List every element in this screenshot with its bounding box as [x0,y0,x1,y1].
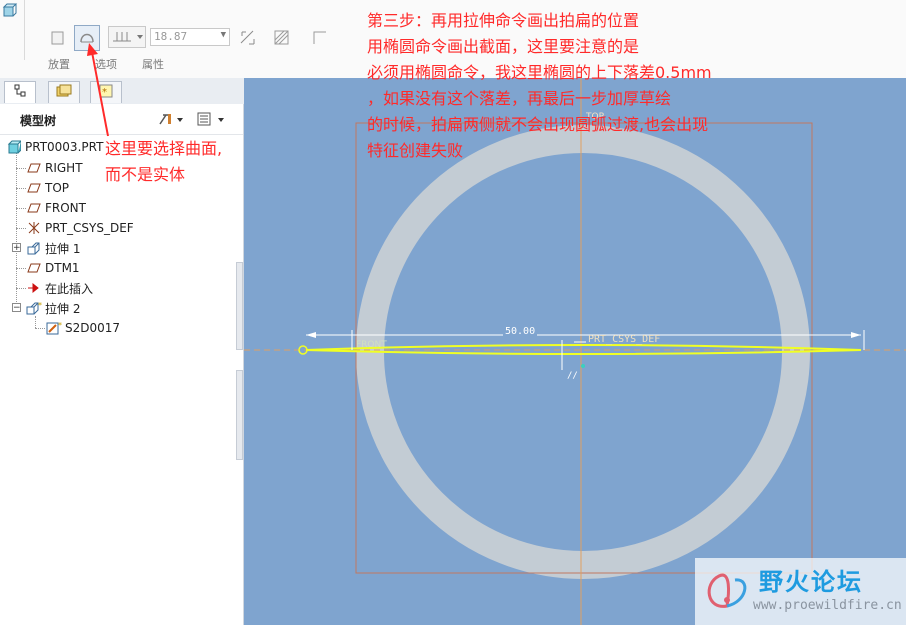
tree-node-top[interactable]: TOP [26,179,69,197]
annotation-line: 的时候，拍扁两侧就不会出现圆弧过渡,也会出现 [367,115,709,134]
part-icon [6,140,22,154]
datum-plane-icon [26,181,42,195]
tree-node-label: FRONT [45,201,86,215]
surface-note: 这里要选择曲面, 而不是实体 [105,136,222,188]
placement-tab[interactable]: 放置 [48,56,70,72]
remove-material-icon[interactable] [272,28,292,48]
navigator-tabs: * [0,78,244,104]
extrude-icon [26,241,42,255]
solid-button[interactable] [48,28,68,48]
depth-value: 18.87 [154,30,188,43]
front-datum-label: FRONT [356,340,387,350]
depth-dropdown-arrow-icon[interactable]: ▼ [221,30,226,40]
datum-plane-icon [26,161,42,175]
annotation-line: 特征创建失败 [367,141,464,160]
depth-value-input[interactable]: 18.87 ▼ [150,28,230,46]
svg-text:*: * [58,321,62,330]
tree-node-label: S2D0017 [65,321,121,335]
tree-header: 模型树 [0,104,243,135]
forum-watermark: 野火论坛 www.proewildfire.cn [695,558,906,625]
dimension-arrow-right [851,332,861,338]
flip-direction-icon[interactable] [238,28,258,48]
extrude-icon: * [26,301,42,315]
tree-node-label: 拉伸 2 [45,301,81,316]
model-tree-icon [13,84,27,101]
tree-node-dtm1[interactable]: DTM1 [26,259,80,277]
tree-node-insert-here[interactable]: 在此插入 [26,279,93,297]
note-line: 而不是实体 [105,165,186,184]
tree-title: 模型树 [20,114,57,128]
properties-tab[interactable]: 属性 [142,56,164,72]
annotation-arrow [87,43,109,137]
watermark-title: 野火论坛 [759,568,863,596]
tree-node-extrude-1[interactable]: 拉伸 1 [26,239,80,257]
csys-label: PRT_CSYS_DEF [588,334,661,345]
annotation-line: 必须用椭圆命令，我这里椭圆的上下落差0.5mm [367,63,712,82]
tree-node-label: PRT0003.PRT [25,140,104,154]
tree-node-label: DTM1 [45,261,80,275]
dimension-value[interactable]: 50.00 [503,326,538,337]
tree-show-icon[interactable] [196,111,228,131]
tree-node-extrude-2[interactable]: * 拉伸 2 [26,299,80,317]
sketch-icon: * [46,321,62,335]
note-line: 这里要选择曲面, [105,139,223,158]
panel-splitter-handle-2[interactable] [236,370,243,460]
folder-icon [56,84,72,101]
annotation-line: 第三步：再用拉伸命令画出拍扁的位置 [367,11,640,30]
tree-node-right[interactable]: RIGHT [26,159,83,177]
extrude-feature-icon [2,2,18,18]
tree-node-label: TOP [45,181,70,195]
insert-arrow-icon [26,281,42,295]
tree-settings-icon[interactable] [157,111,185,131]
annotation-line: ，如果没有这个落差，再最后一步加厚草绘 [367,89,672,108]
tab-folder-browser[interactable] [48,81,80,103]
thicken-sketch-icon[interactable] [310,28,330,48]
collapse-extrude-2-button[interactable]: − [12,303,21,313]
annotation-line: 用椭圆命令画出截面，这里要注意的是 [367,37,640,56]
svg-text://: // [567,371,578,381]
tab-model-tree[interactable] [4,81,36,103]
butterfly-logo-icon [701,566,753,620]
svg-text:*: * [38,301,42,310]
csys-icon [26,221,42,235]
tree-node-label: PRT_CSYS_DEF [45,221,134,235]
datum-plane-icon [26,201,42,215]
step-annotation: 第三步：再用拉伸命令画出拍扁的位置 用椭圆命令画出截面，这里要注意的是 必须用椭… [367,8,712,164]
tree-node-csys[interactable]: PRT_CSYS_DEF [26,219,134,237]
watermark-url: www.proewildfire.cn [753,598,902,613]
tree-node-label: RIGHT [45,161,83,175]
panel-splitter-handle[interactable] [236,262,243,350]
datum-plane-icon [26,261,42,275]
toolbar-divider [24,0,25,60]
tree-node-label: 在此插入 [45,281,94,296]
dimension-arrow-left [306,332,316,338]
expand-extrude-1-button[interactable]: + [12,243,21,253]
tree-node-label: 拉伸 1 [45,241,81,256]
tree-node-front[interactable]: FRONT [26,199,86,217]
tree-node-sketch[interactable]: * S2D0017 [46,319,120,337]
tree-node-root[interactable]: PRT0003.PRT [6,138,103,156]
